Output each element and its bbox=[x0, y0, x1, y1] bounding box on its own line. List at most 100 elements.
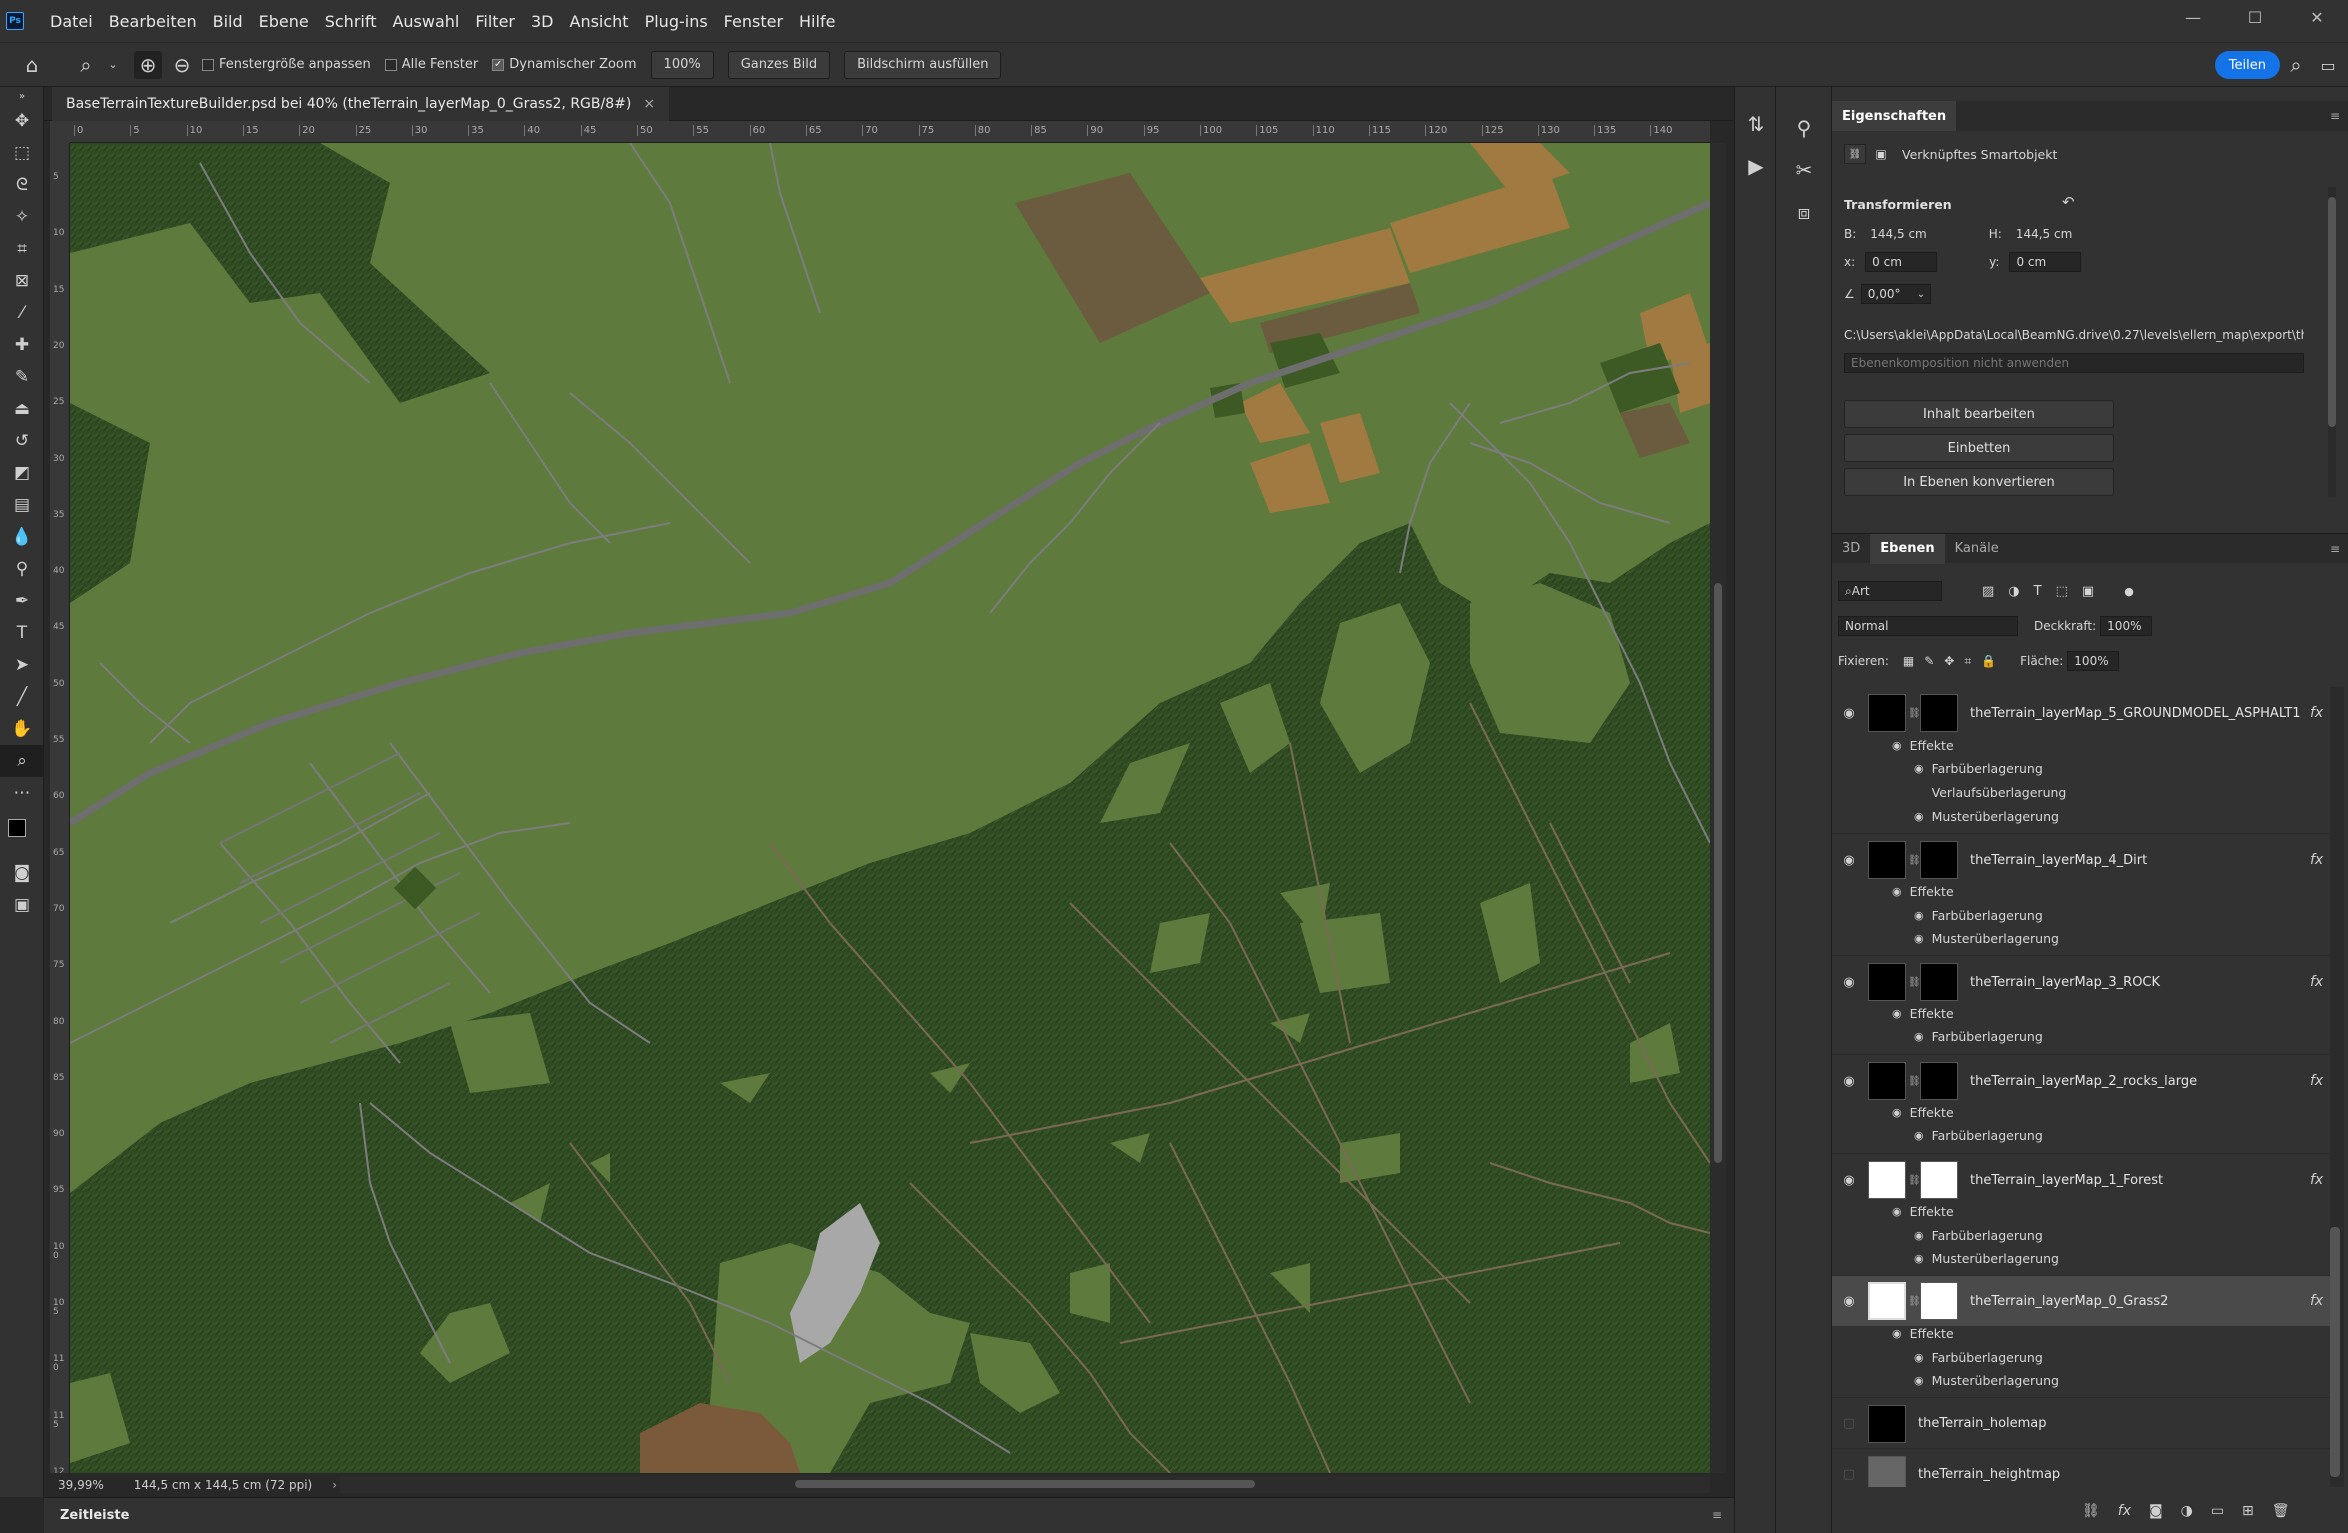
effects-row[interactable]: ◉ Effekte bbox=[1892, 884, 1954, 899]
visibility-eye-icon[interactable]: ◉ bbox=[1838, 853, 1860, 868]
width-value[interactable]: 144,5 cm bbox=[1870, 227, 1926, 241]
layer-item[interactable]: ◉ ⛓ theTerrain_layerMap_4_Dirt fx ◉ Effek… bbox=[1832, 834, 2330, 956]
libraries-icon[interactable]: ⧈ bbox=[1776, 191, 1832, 233]
effects-row[interactable]: ◉ Effekte bbox=[1892, 738, 1954, 753]
ruler-top[interactable]: 0 5 10 15 20 25 30 35 40 45 50 55 60 65 70 75 80 85 90 95 10… bbox=[70, 121, 1710, 143]
menu-auswahl[interactable]: Auswahl bbox=[384, 12, 467, 31]
document-canvas[interactable] bbox=[70, 143, 1710, 1473]
effect-row[interactable]: ◉ Musterüberlagerung bbox=[1914, 809, 2059, 824]
type-tool-icon[interactable]: T bbox=[0, 617, 44, 649]
horizontal-scroll-thumb[interactable] bbox=[795, 1480, 1255, 1488]
effect-row[interactable]: ◉ Farbüberlagerung bbox=[1914, 1228, 2043, 1243]
status-chevron-icon[interactable]: › bbox=[332, 1478, 337, 1492]
crop-tool-icon[interactable]: ⌗ bbox=[0, 233, 44, 265]
layer-item[interactable]: ◉ ⛓ theTerrain_layerMap_3_ROCK fx ◉ Effek… bbox=[1832, 956, 2330, 1055]
close-button[interactable]: ✕ bbox=[2286, 0, 2348, 34]
link-icon[interactable]: ⛓ bbox=[1908, 1296, 1921, 1307]
move-tool-icon[interactable]: ✥ bbox=[0, 105, 44, 137]
layers-scroll-thumb[interactable] bbox=[2330, 1227, 2340, 1477]
eye-icon[interactable]: ◉ bbox=[1892, 885, 1902, 898]
add-mask-icon[interactable]: ◙ bbox=[2149, 1503, 2163, 1519]
link-icon[interactable]: ⛓ bbox=[1908, 1076, 1921, 1087]
menu-bild[interactable]: Bild bbox=[205, 12, 251, 31]
ruler-left[interactable]: 5 10 15 20 25 30 35 40 45 50 55 60 65 70 75 80 85 90 95 100… bbox=[50, 143, 70, 1473]
maximize-button[interactable]: ☐ bbox=[2224, 0, 2286, 34]
menu-fenster[interactable]: Fenster bbox=[716, 12, 791, 31]
x-field[interactable]: 0 cm bbox=[1865, 252, 1938, 272]
menu-datei[interactable]: Datei bbox=[42, 12, 101, 31]
lock-position-icon[interactable]: ✥ bbox=[1944, 654, 1954, 668]
convert-to-layers-button[interactable]: In Ebenen konvertieren bbox=[1844, 468, 2114, 496]
new-group-icon[interactable]: ▭ bbox=[2211, 1503, 2224, 1519]
effect-row[interactable]: ◉ Farbüberlagerung bbox=[1914, 761, 2043, 776]
home-icon[interactable]: ⌂ bbox=[18, 51, 46, 79]
effect-row[interactable]: ◉ Farbüberlagerung bbox=[1914, 908, 2043, 923]
line-tool-icon[interactable]: ╱ bbox=[0, 681, 44, 713]
minimize-button[interactable]: — bbox=[2162, 0, 2224, 34]
menu-bearbeiten[interactable]: Bearbeiten bbox=[101, 12, 205, 31]
effect-row[interactable]: ◉ Musterüberlagerung bbox=[1914, 1373, 2059, 1388]
fit-window-checkbox[interactable]: Fenstergröße anpassen bbox=[202, 57, 371, 72]
frame-tool-icon[interactable]: ⊠ bbox=[0, 265, 44, 297]
new-layer-icon[interactable]: ⊞ bbox=[2242, 1503, 2254, 1519]
healing-tool-icon[interactable]: ✚ bbox=[0, 329, 44, 361]
fx-icon[interactable]: fx bbox=[2310, 1073, 2330, 1089]
fill-screen-button[interactable]: Bildschirm ausfüllen bbox=[844, 50, 1002, 79]
effect-row[interactable]: ◉Verlaufsüberlagerung bbox=[1914, 785, 2067, 800]
link-layers-icon[interactable]: ⛓ bbox=[2082, 1503, 2100, 1519]
gradient-tool-icon[interactable]: ▤ bbox=[0, 489, 44, 521]
stamp-tool-icon[interactable]: ⏏ bbox=[0, 393, 44, 425]
lock-all-icon[interactable]: 🔒 bbox=[1981, 654, 1996, 668]
blend-mode-select[interactable]: Normal bbox=[1838, 616, 2018, 636]
quick-mask-icon[interactable]: ◙ bbox=[0, 857, 44, 889]
layer-item[interactable]: ▢ theTerrain_holemap bbox=[1832, 1398, 2330, 1449]
fx-icon[interactable]: fx bbox=[2310, 852, 2330, 868]
eye-icon[interactable]: ◉ bbox=[1914, 762, 1924, 775]
workspace-icon[interactable]: ▭ bbox=[2314, 51, 2342, 79]
effect-row[interactable]: ◉ Farbüberlagerung bbox=[1914, 1128, 2043, 1143]
actions-icon[interactable]: ⇅ bbox=[1735, 103, 1777, 145]
visibility-eye-icon[interactable]: ◉ bbox=[1838, 975, 1860, 990]
layer-item[interactable]: ▢ theTerrain_heightmap bbox=[1832, 1449, 2330, 1487]
eye-icon[interactable]: ◉ bbox=[1914, 1030, 1924, 1043]
menu-filter[interactable]: Filter bbox=[467, 12, 523, 31]
visibility-eye-icon[interactable]: ◉ bbox=[1838, 1294, 1860, 1309]
visibility-eye-icon[interactable]: ◉ bbox=[1838, 1173, 1860, 1188]
add-style-icon[interactable]: fx bbox=[2118, 1503, 2131, 1519]
screen-mode-icon[interactable]: ▣ bbox=[0, 889, 44, 921]
play-icon[interactable]: ▶ bbox=[1735, 145, 1777, 187]
eye-icon[interactable]: ◉ bbox=[1914, 1229, 1924, 1242]
eyedropper-tool-icon[interactable]: ⁄ bbox=[0, 297, 44, 329]
dodge-tool-icon[interactable]: ⚲ bbox=[0, 553, 44, 585]
timeline-tab[interactable]: Zeitleiste bbox=[60, 1508, 129, 1523]
properties-scrollbar[interactable] bbox=[2328, 187, 2336, 497]
layers-scrollbar[interactable] bbox=[2330, 687, 2344, 1487]
effect-row[interactable]: ◉ Farbüberlagerung bbox=[1914, 1029, 2043, 1044]
properties-scroll-thumb[interactable] bbox=[2328, 197, 2336, 427]
visibility-off-icon[interactable]: ▢ bbox=[1838, 1416, 1860, 1431]
filter-adjustment-icon[interactable]: ◑ bbox=[2008, 584, 2019, 599]
layer-comp-select[interactable]: Ebenenkomposition nicht anwenden bbox=[1844, 353, 2304, 373]
link-icon[interactable]: ⛓ bbox=[1908, 1175, 1921, 1186]
marquee-tool-icon[interactable]: ⬚ bbox=[0, 137, 44, 169]
zoom-in-icon[interactable]: ⊕ bbox=[134, 50, 162, 79]
magic-wand-tool-icon[interactable]: ✧ bbox=[0, 201, 44, 233]
filter-type-icon[interactable]: T bbox=[2034, 584, 2042, 599]
tab-channels[interactable]: Kanäle bbox=[1945, 534, 2009, 564]
effects-row[interactable]: ◉ Effekte bbox=[1892, 1326, 1954, 1341]
vertical-scrollbar[interactable] bbox=[1710, 143, 1726, 1473]
blur-tool-icon[interactable]: 💧 bbox=[0, 521, 44, 553]
fill-field[interactable]: 100% bbox=[2067, 651, 2120, 671]
layer-item[interactable]: ◉ ⛓ theTerrain_layerMap_1_Forest fx ◉ Eff… bbox=[1832, 1154, 2330, 1276]
eye-icon[interactable]: ◉ bbox=[1914, 1351, 1924, 1364]
eye-icon[interactable]: ◉ bbox=[1892, 1327, 1902, 1340]
history-brush-icon[interactable]: ↺ bbox=[0, 425, 44, 457]
fx-icon[interactable]: fx bbox=[2310, 1293, 2330, 1309]
pen-tool-icon[interactable]: ✒ bbox=[0, 585, 44, 617]
link-icon[interactable]: ⛓ bbox=[1908, 855, 1921, 866]
whole-image-button[interactable]: Ganzes Bild bbox=[727, 50, 831, 79]
chevron-down-icon[interactable]: ⌄ bbox=[1917, 289, 1925, 300]
delete-layer-icon[interactable]: 🗑 bbox=[2272, 1503, 2290, 1519]
menu-schrift[interactable]: Schrift bbox=[317, 12, 385, 31]
visibility-eye-icon[interactable]: ◉ bbox=[1838, 706, 1860, 721]
